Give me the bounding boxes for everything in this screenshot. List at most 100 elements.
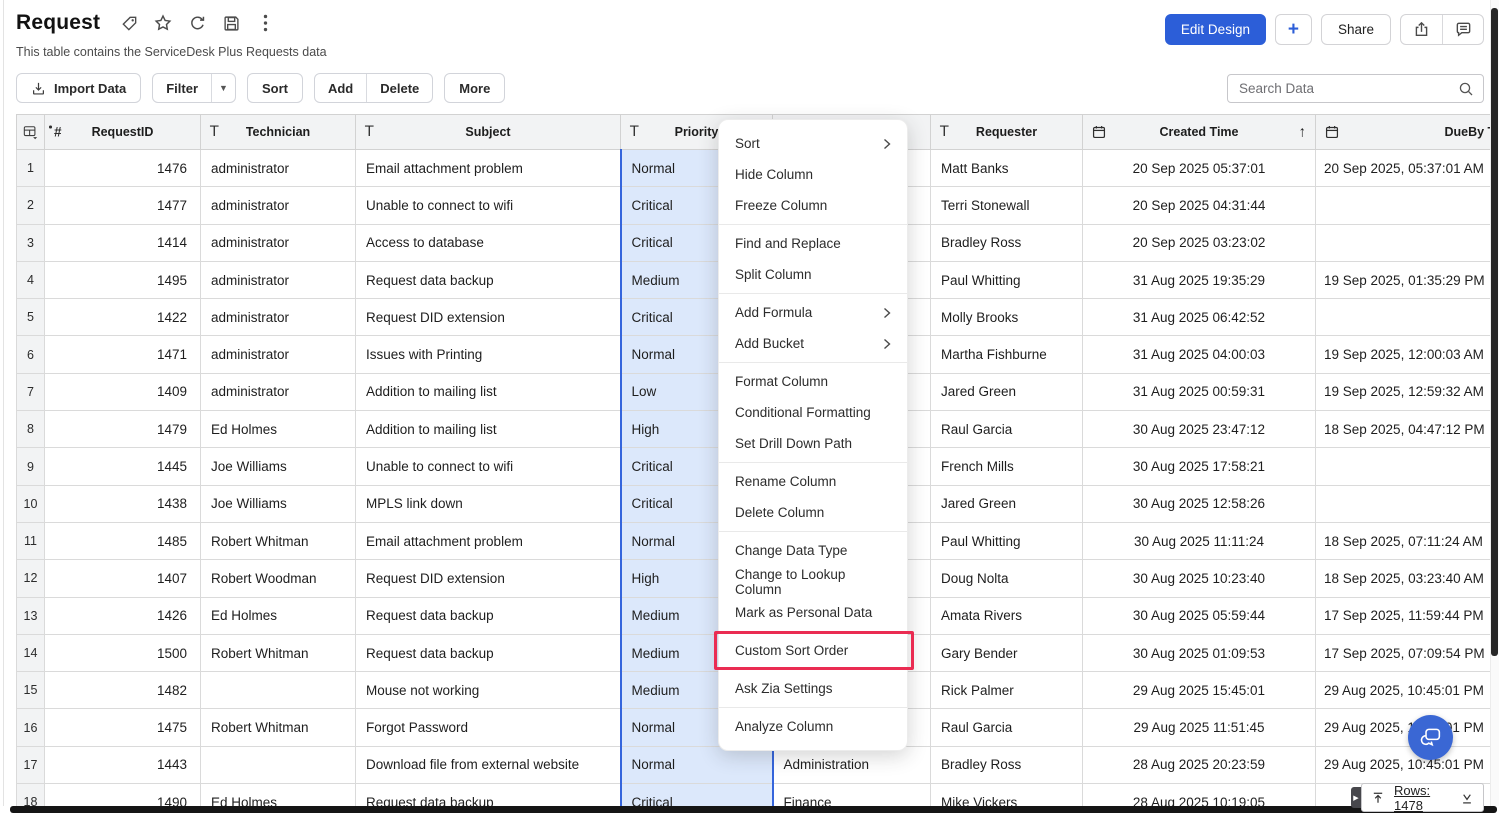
cell-subject[interactable]: Unable to connect to wifi [356,187,621,224]
cell-requester[interactable]: Gary Bender [931,634,1083,671]
cell-request_id[interactable]: 1422 [45,299,201,336]
menu-item-format-column[interactable]: Format Column [719,366,907,397]
menu-item-find-and-replace[interactable]: Find and Replace [719,228,907,259]
cell-subject[interactable]: Addition to mailing list [356,411,621,448]
cell-requester[interactable]: Jared Green [931,485,1083,522]
menu-item-custom-sort-order[interactable]: Custom Sort Order [719,635,907,666]
cell-request_id[interactable]: 1445 [45,448,201,485]
select-all-header[interactable] [17,115,45,150]
cell-requester[interactable]: Matt Banks [931,150,1083,187]
cell-subject[interactable]: MPLS link down [356,485,621,522]
cell-requester[interactable]: Doug Nolta [931,560,1083,597]
menu-item-change-data-type[interactable]: Change Data Type [719,535,907,566]
menu-item-ask-zia-settings[interactable]: Ask Zia Settings [719,673,907,704]
cell-created_time[interactable]: 20 Sep 2025 05:37:01 [1083,150,1316,187]
menu-item-add-bucket[interactable]: Add Bucket [719,328,907,359]
menu-item-add-formula[interactable]: Add Formula [719,297,907,328]
cell-num[interactable]: 14 [17,634,45,671]
cell-subject[interactable]: Request data backup [356,784,621,806]
cell-category[interactable]: Finance [773,784,931,806]
cell-num[interactable]: 5 [17,299,45,336]
cell-num[interactable]: 10 [17,485,45,522]
cell-created_time[interactable]: 30 Aug 2025 11:11:24 [1083,522,1316,559]
column-header-requestid[interactable]: #RequestID [45,115,201,150]
cell-created_time[interactable]: 30 Aug 2025 12:58:26 [1083,485,1316,522]
menu-item-set-drill-down-path[interactable]: Set Drill Down Path [719,428,907,459]
cell-subject[interactable]: Request data backup [356,261,621,298]
cell-dueby_time[interactable]: 18 Sep 2025, 07:11:24 AM [1316,522,1499,559]
cell-num[interactable]: 12 [17,560,45,597]
cell-request_id[interactable]: 1475 [45,709,201,746]
cell-requester[interactable]: Raul Garcia [931,709,1083,746]
cell-subject[interactable]: Request data backup [356,634,621,671]
filter-button[interactable]: Filter [153,74,211,102]
column-header-technician[interactable]: TTechnician [201,115,356,150]
menu-item-delete-column[interactable]: Delete Column [719,497,907,528]
menu-item-conditional-formatting[interactable]: Conditional Formatting [719,397,907,428]
cell-subject[interactable]: Mouse not working [356,672,621,709]
cell-request_id[interactable]: 1409 [45,373,201,410]
cell-num[interactable]: 8 [17,411,45,448]
tag-icon[interactable] [120,14,138,32]
cell-request_id[interactable]: 1443 [45,746,201,783]
cell-dueby_time[interactable]: 19 Sep 2025, 01:35:29 PM [1316,261,1499,298]
comment-icon[interactable] [1442,15,1483,44]
export-icon[interactable] [1401,15,1442,44]
cell-created_time[interactable]: 30 Aug 2025 05:59:44 [1083,597,1316,634]
cell-technician[interactable] [201,672,356,709]
cell-created_time[interactable]: 31 Aug 2025 04:00:03 [1083,336,1316,373]
cell-request_id[interactable]: 1485 [45,522,201,559]
cell-technician[interactable]: Robert Whitman [201,522,356,559]
cell-technician[interactable]: Robert Woodman [201,560,356,597]
cell-requester[interactable]: Molly Brooks [931,299,1083,336]
create-new-button[interactable]: + [1275,14,1312,45]
cell-requester[interactable]: Terri Stonewall [931,187,1083,224]
go-to-bottom-icon[interactable] [1460,791,1474,805]
cell-subject[interactable]: Unable to connect to wifi [356,448,621,485]
cell-request_id[interactable]: 1482 [45,672,201,709]
sort-button[interactable]: Sort [247,73,303,103]
cell-created_time[interactable]: 30 Aug 2025 17:58:21 [1083,448,1316,485]
cell-request_id[interactable]: 1438 [45,485,201,522]
cell-subject[interactable]: Request DID extension [356,299,621,336]
cell-num[interactable]: 1 [17,150,45,187]
cell-created_time[interactable]: 31 Aug 2025 19:35:29 [1083,261,1316,298]
cell-subject[interactable]: Email attachment problem [356,522,621,559]
cell-num[interactable]: 2 [17,187,45,224]
cell-dueby_time[interactable]: 19 Sep 2025, 12:00:03 AM [1316,336,1499,373]
cell-request_id[interactable]: 1414 [45,224,201,261]
menu-item-freeze-column[interactable]: Freeze Column [719,190,907,221]
cell-num[interactable]: 15 [17,672,45,709]
cell-num[interactable]: 13 [17,597,45,634]
cell-priority[interactable]: Normal [621,746,773,783]
cell-request_id[interactable]: 1477 [45,187,201,224]
cell-created_time[interactable]: 29 Aug 2025 15:45:01 [1083,672,1316,709]
cell-requester[interactable]: Martha Fishburne [931,336,1083,373]
kebab-menu-icon[interactable] [256,14,274,32]
cell-num[interactable]: 9 [17,448,45,485]
cell-technician[interactable]: administrator [201,261,356,298]
cell-technician[interactable]: administrator [201,187,356,224]
cell-dueby_time[interactable] [1316,224,1499,261]
cell-created_time[interactable]: 30 Aug 2025 01:09:53 [1083,634,1316,671]
edit-design-button[interactable]: Edit Design [1165,14,1266,45]
cell-requester[interactable]: Raul Garcia [931,411,1083,448]
vertical-scrollbar-thumb[interactable] [1491,8,1498,656]
cell-requester[interactable]: Jared Green [931,373,1083,410]
cell-subject[interactable]: Access to database [356,224,621,261]
cell-requester[interactable]: Bradley Ross [931,224,1083,261]
cell-subject[interactable]: Download file from external website [356,746,621,783]
cell-technician[interactable]: administrator [201,150,356,187]
cell-dueby_time[interactable]: 29 Aug 2025, 10:45:01 PM [1316,672,1499,709]
star-icon[interactable] [154,14,172,32]
cell-subject[interactable]: Forgot Password [356,709,621,746]
menu-item-rename-column[interactable]: Rename Column [719,466,907,497]
cell-technician[interactable]: Robert Whitman [201,709,356,746]
horizontal-scrollbar[interactable] [10,806,1497,813]
cell-requester[interactable]: Amata Rivers [931,597,1083,634]
cell-request_id[interactable]: 1407 [45,560,201,597]
cell-dueby_time[interactable] [1316,299,1499,336]
cell-dueby_time[interactable]: 19 Sep 2025, 12:59:32 AM [1316,373,1499,410]
cell-dueby_time[interactable]: 29 Aug 2025, 10:45:01 PM [1316,746,1499,783]
cell-technician[interactable]: Ed Holmes [201,784,356,806]
